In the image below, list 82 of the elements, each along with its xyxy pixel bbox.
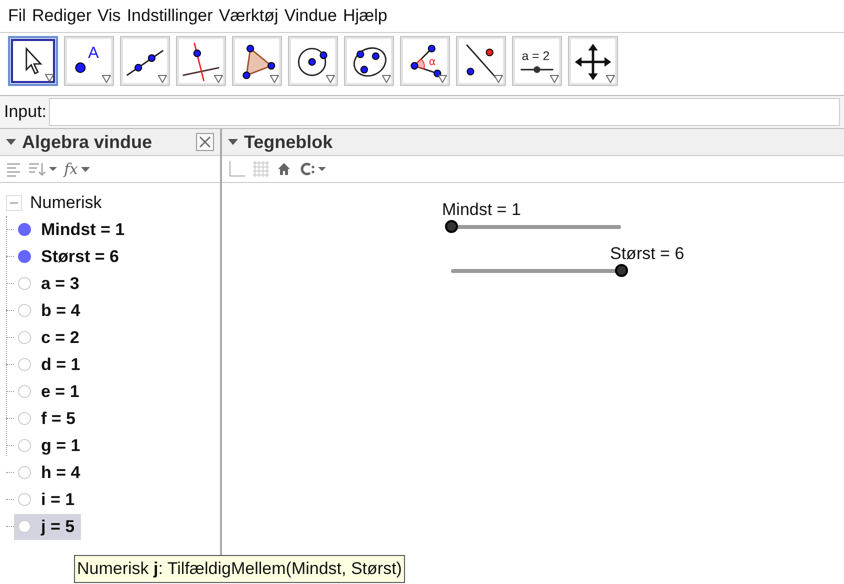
slider-label: Mindst = 1 [442,199,521,221]
input-field[interactable] [48,98,840,126]
dropdown-triangle-icon [158,75,167,83]
item-label: h = 4 [41,462,80,484]
tooltip: Numerisk j: TilfældigMellem(Mindst, Størst) [74,555,405,582]
tool-button[interactable] [232,36,282,86]
algebra-item[interactable]: Mindst = 1 [14,216,131,242]
input-label: Input: [4,101,47,124]
algebra-item[interactable]: f = 5 [14,406,82,432]
dropdown-triangle-icon [494,75,503,83]
item-label: j = 5 [41,516,75,538]
menu-item[interactable]: Rediger [32,3,92,29]
dropdown-triangle-icon [102,75,111,83]
algebra-item[interactable]: j = 5 [14,514,81,540]
collapse-triangle-icon[interactable] [6,139,16,145]
algebra-item[interactable]: d = 1 [14,352,86,378]
dropdown-triangle-icon [45,74,54,82]
item-label: a = 3 [41,272,80,295]
item-label: e = 1 [41,380,80,403]
visibility-toggle[interactable] [18,331,31,344]
panel-title: Algebra vindue [22,130,154,154]
visibility-toggle[interactable] [18,277,31,290]
menu-item[interactable]: Hjælp [342,3,388,29]
item-label: Mindst = 1 [41,218,125,241]
collapse-toggle[interactable] [6,194,22,210]
item-label: Størst = 6 [41,246,119,268]
item-label: f = 5 [41,408,76,430]
dropdown-triangle-icon [326,75,335,83]
visibility-toggle[interactable] [18,223,31,236]
dropdown-triangle-icon [214,75,223,83]
algebra-item[interactable]: b = 4 [14,298,86,324]
function-button[interactable]: fx [64,162,90,176]
item-label: b = 4 [41,300,80,322]
caret-icon [81,166,90,172]
visibility-toggle[interactable] [18,412,31,425]
tool-button[interactable] [344,36,394,86]
item-label: c = 2 [41,326,80,349]
algebra-item[interactable]: e = 1 [14,378,86,404]
dropdown-triangle-icon [550,75,559,83]
group-label: Numerisk [30,192,102,214]
menu-item[interactable]: Værktøj [218,3,278,29]
tool-button[interactable] [456,36,506,86]
sort-icon[interactable] [28,161,58,177]
visibility-toggle[interactable] [18,520,31,533]
tool-button[interactable] [568,36,618,86]
dropdown-triangle-icon [606,75,615,83]
home-icon[interactable] [276,161,292,177]
dropdown-triangle-icon [270,75,279,83]
tool-button[interactable] [176,36,226,86]
visibility-toggle[interactable] [18,304,31,317]
visibility-toggle[interactable] [18,385,31,398]
algebra-item[interactable]: a = 3 [14,270,86,296]
menu-item[interactable]: Indstillinger [126,3,213,29]
algebra-item[interactable]: Størst = 6 [14,244,125,270]
view-menu-icon[interactable] [298,161,328,177]
algebra-item[interactable]: g = 1 [14,432,86,458]
algebra-item[interactable]: h = 4 [14,460,86,486]
item-label: d = 1 [41,354,80,376]
tool-button[interactable] [120,36,170,86]
menu-item[interactable]: Fil [8,3,26,29]
algebra-item[interactable]: c = 2 [14,324,86,350]
visibility-toggle[interactable] [18,439,31,452]
visibility-toggle[interactable] [18,358,31,371]
tool-button[interactable] [288,36,338,86]
dropdown-triangle-icon [438,75,447,83]
item-label: g = 1 [41,434,80,457]
visibility-toggle[interactable] [18,466,31,479]
visibility-toggle[interactable] [18,250,31,263]
collapse-triangle-icon[interactable] [228,139,238,145]
panel-title: Tegneblok [244,130,333,154]
menu-item[interactable]: Vis [98,3,121,29]
dropdown-triangle-icon [382,75,391,83]
visibility-toggle[interactable] [18,493,31,506]
slider-thumb[interactable] [445,220,458,233]
algebra-item[interactable]: i = 1 [14,486,81,512]
slider-label: Størst = 6 [610,243,684,265]
slider-thumb[interactable] [615,264,628,277]
close-icon [199,136,211,148]
item-label: i = 1 [41,488,75,511]
close-button[interactable] [196,133,214,151]
tool-button[interactable] [8,36,58,86]
menu-item[interactable]: Vindue [284,3,337,29]
